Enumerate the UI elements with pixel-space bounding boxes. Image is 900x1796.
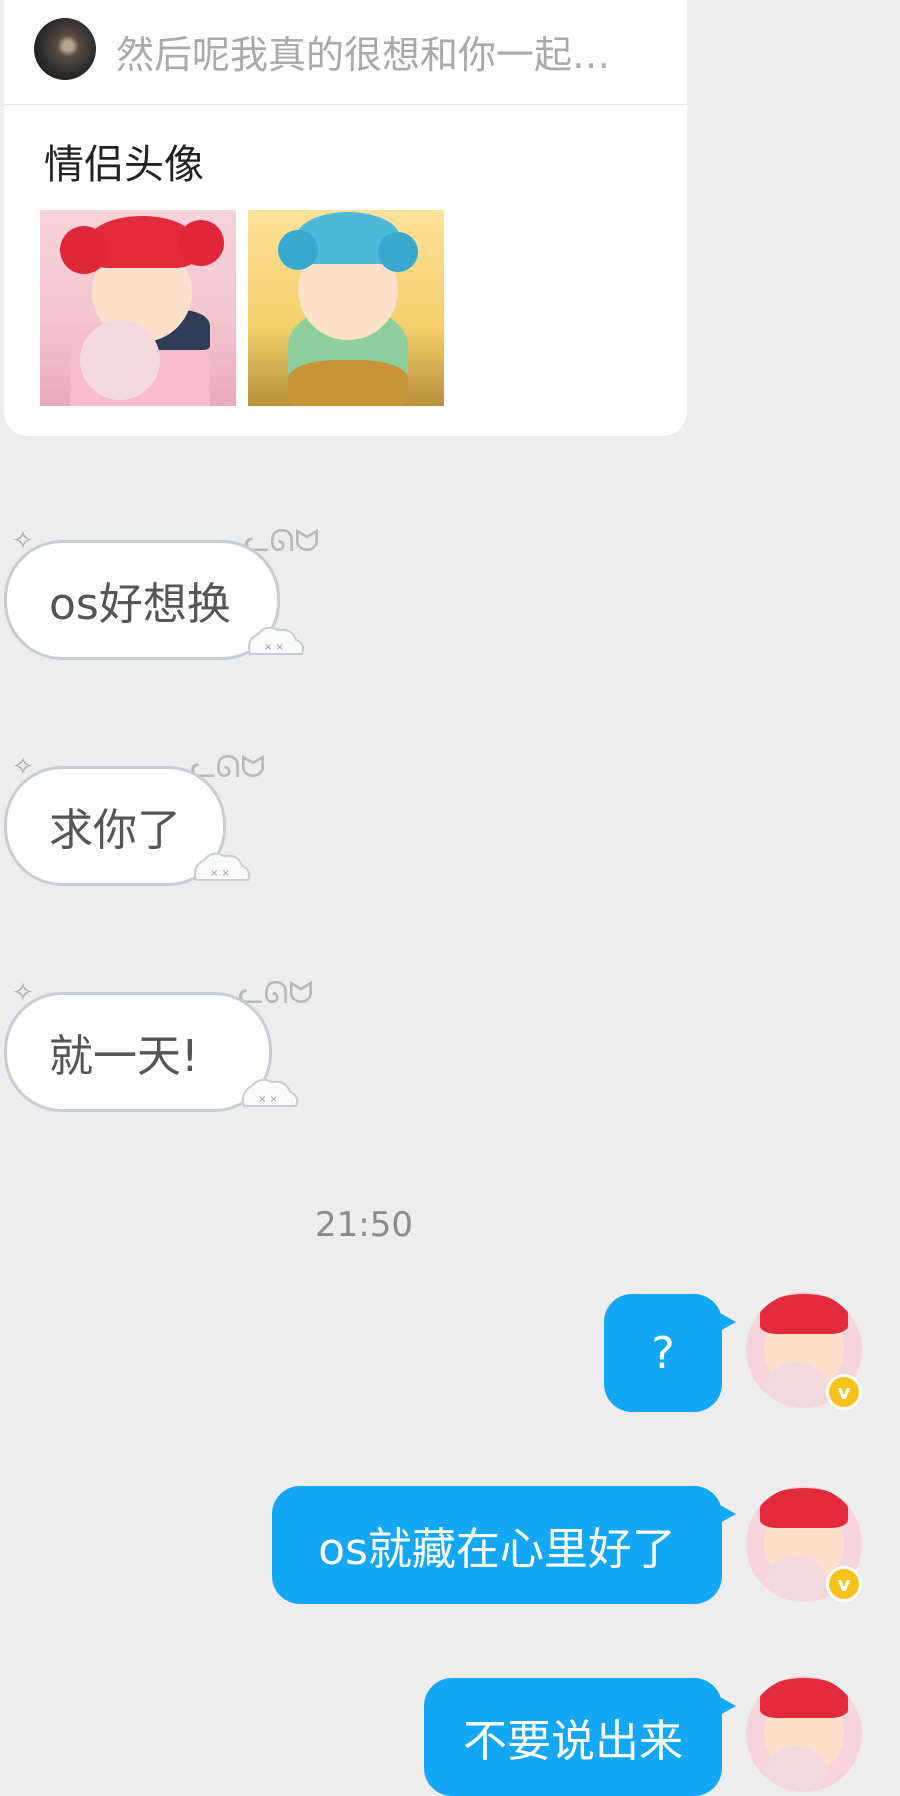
- message-text: 求你了: [49, 805, 181, 856]
- vip-badge-icon: v: [826, 1374, 862, 1410]
- message-text: 就一天!: [49, 1031, 199, 1082]
- message-timestamp: 21:50: [315, 1205, 413, 1245]
- svg-text:× ×: × ×: [264, 642, 284, 653]
- message-text: os好想换: [49, 579, 231, 630]
- message-text: 不要说出来: [463, 1716, 683, 1767]
- sent-message-bubble[interactable]: 不要说出来: [424, 1678, 736, 1796]
- received-message-bubble[interactable]: 就一天!: [4, 992, 272, 1112]
- svg-text:× ×: × ×: [210, 868, 230, 879]
- sent-message-bubble[interactable]: os就藏在心里好了: [272, 1486, 736, 1604]
- card-header[interactable]: 然后呢我真的很想和你一起…: [4, 0, 687, 105]
- couple-avatar-photo-right[interactable]: [248, 210, 444, 406]
- card-header-text: 然后呢我真的很想和你一起…: [116, 33, 611, 77]
- received-message-bubble[interactable]: os好想换: [4, 540, 280, 660]
- shared-content-card[interactable]: 然后呢我真的很想和你一起… 情侣头像: [4, 0, 687, 436]
- card-title: 情侣头像: [44, 142, 204, 188]
- vip-badge-icon: v: [826, 1566, 862, 1602]
- sender-avatar[interactable]: [34, 18, 96, 80]
- blob-decoration-icon: × ×: [242, 1078, 299, 1107]
- sent-message-bubble[interactable]: ?: [604, 1294, 736, 1412]
- blob-decoration-icon: × ×: [194, 852, 251, 881]
- message-text: os就藏在心里好了: [318, 1524, 676, 1575]
- message-text: ?: [651, 1327, 675, 1379]
- svg-text:× ×: × ×: [258, 1094, 278, 1105]
- my-avatar[interactable]: [746, 1676, 862, 1792]
- couple-avatar-photo-left[interactable]: [40, 210, 236, 406]
- blob-decoration-icon: × ×: [248, 626, 305, 655]
